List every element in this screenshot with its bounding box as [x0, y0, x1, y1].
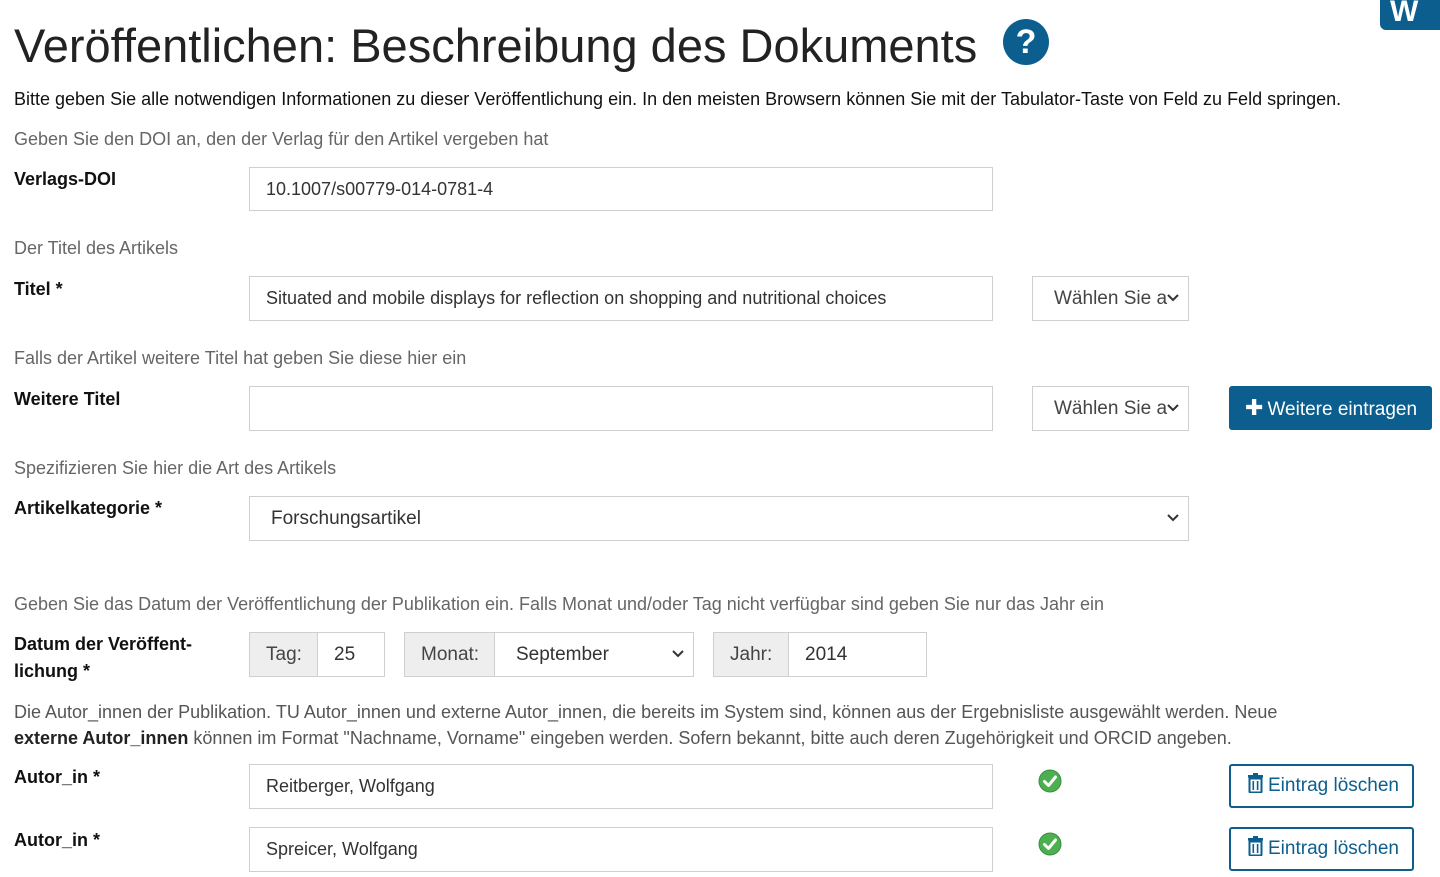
month-select[interactable]: September	[494, 632, 694, 677]
delete-entry-button[interactable]: Eintrag löschen	[1229, 827, 1414, 871]
trash-icon	[1248, 773, 1263, 794]
category-select[interactable]: Forschungsartikel	[249, 496, 1189, 541]
more-titles-label: Weitere Titel	[14, 389, 121, 409]
year-input[interactable]: 2014	[788, 632, 927, 677]
author-input[interactable]: Reitberger, Wolfgang	[249, 764, 993, 809]
trash-icon	[1248, 836, 1263, 857]
category-select-value: Forschungsartikel	[271, 508, 421, 529]
question-circle-icon[interactable]: ?	[1003, 19, 1049, 65]
date-label-line2: lichung *	[14, 661, 90, 681]
more-titles-input[interactable]	[249, 386, 993, 431]
title-language-select-value: Wählen Sie a	[1054, 288, 1168, 309]
title-label: Titel *	[14, 279, 63, 299]
authors-desc-part2: können im Format "Nachname, Vorname" ein…	[188, 728, 1232, 748]
plus-icon: ✚	[1245, 395, 1264, 420]
author-input[interactable]: Spreicer, Wolfgang	[249, 827, 993, 872]
add-more-titles-label: Weitere eintragen	[1267, 399, 1418, 420]
day-addon: Tag:	[249, 632, 318, 677]
check-circle-icon	[1038, 769, 1062, 793]
title-input[interactable]: Situated and mobile displays for reflect…	[249, 276, 993, 321]
authors-desc-part1: Die Autor_innen der Publikation. TU Auto…	[14, 702, 1278, 722]
delete-entry-button[interactable]: Eintrag löschen	[1229, 764, 1414, 808]
chevron-down-icon	[672, 633, 684, 658]
delete-entry-label: Eintrag löschen	[1268, 838, 1399, 859]
doi-hint: Geben Sie den DOI an, den der Verlag für…	[14, 129, 549, 149]
chevron-down-icon	[1167, 387, 1179, 412]
category-label: Artikelkategorie *	[14, 498, 163, 518]
intro-text: Bitte geben Sie alle notwendigen Informa…	[14, 89, 1342, 109]
author-label: Autor_in *	[14, 767, 101, 787]
page-title: Veröffentlichen: Beschreibung des Dokume…	[14, 19, 978, 72]
chevron-down-icon	[1167, 497, 1179, 522]
more-titles-language-select-value: Wählen Sie a	[1054, 398, 1168, 419]
doi-label: Verlags-DOI	[14, 169, 117, 189]
month-addon: Monat:	[404, 632, 495, 677]
add-more-titles-button[interactable]: ✚ Weitere eintragen	[1229, 386, 1432, 430]
logo-badge: W I	[1380, 0, 1440, 80]
date-label: Datum der Veröffent- lichung *	[14, 631, 192, 685]
date-hint: Geben Sie das Datum der Veröffentlichung…	[14, 594, 1105, 614]
category-hint: Spezifizieren Sie hier die Art des Artik…	[14, 458, 337, 478]
year-addon: Jahr:	[713, 632, 789, 677]
authors-desc-bold: externe Autor_innen	[14, 728, 189, 748]
chevron-down-icon	[1167, 277, 1179, 302]
title-language-select[interactable]: Wählen Sie a	[1032, 276, 1189, 321]
day-input[interactable]: 25	[317, 632, 385, 677]
check-circle-icon	[1038, 832, 1062, 856]
title-hint: Der Titel des Artikels	[14, 238, 179, 258]
author-label: Autor_in *	[14, 830, 101, 850]
delete-entry-label: Eintrag löschen	[1268, 775, 1399, 796]
month-select-value: September	[516, 644, 609, 665]
more-titles-language-select[interactable]: Wählen Sie a	[1032, 386, 1189, 431]
authors-description: Die Autor_innen der Publikation. TU Auto…	[14, 699, 1344, 751]
date-label-line1: Datum der Veröffent-	[14, 634, 193, 654]
doi-input[interactable]: 10.1007/s00779-014-0781-4	[249, 167, 993, 211]
more-titles-hint: Falls der Artikel weitere Titel hat gebe…	[14, 348, 467, 368]
